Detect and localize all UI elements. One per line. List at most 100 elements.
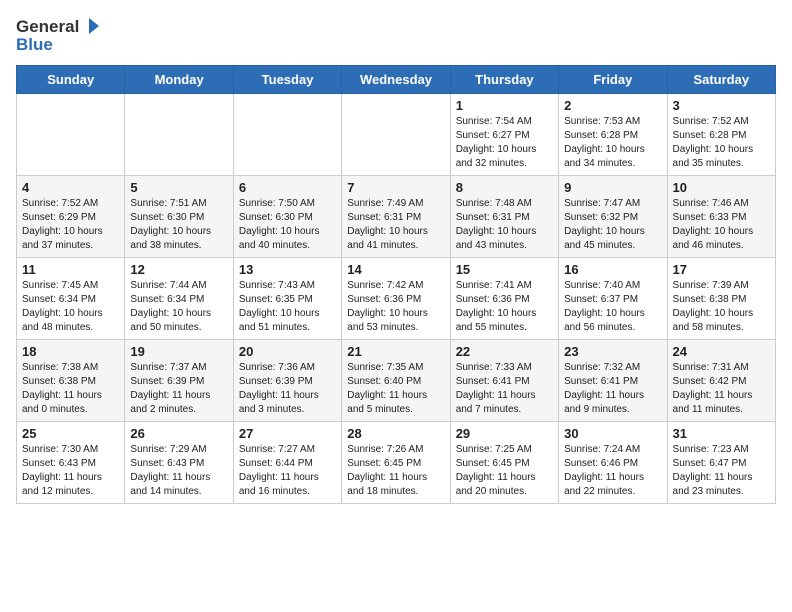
calendar-day-cell: 12Sunrise: 7:44 AMSunset: 6:34 PMDayligh… xyxy=(125,258,233,340)
day-info: Sunrise: 7:26 AMSunset: 6:45 PMDaylight:… xyxy=(347,443,444,499)
day-info: Sunrise: 7:40 AMSunset: 6:37 PMDaylight:… xyxy=(564,279,661,335)
logo-general-text: General xyxy=(16,18,79,35)
day-number: 11 xyxy=(22,262,119,277)
day-number: 23 xyxy=(564,344,661,359)
calendar-day-cell xyxy=(17,94,125,176)
calendar-day-cell: 23 Sunrise: 7:32 AMSunset: 6:41 PMDayligh… xyxy=(559,340,667,422)
day-number: 21 xyxy=(347,344,444,359)
day-number: 27 xyxy=(239,426,336,441)
calendar-day-cell xyxy=(233,94,341,176)
day-number: 25 xyxy=(22,426,119,441)
day-info: Sunrise: 7:35 AMSunset: 6:40 PMDaylight:… xyxy=(347,361,444,417)
calendar-day-cell: 6 Sunrise: 7:50 AMSunset: 6:30 PMDaylight… xyxy=(233,176,341,258)
day-number: 28 xyxy=(347,426,444,441)
day-info: Sunrise: 7:31 AMSunset: 6:42 PMDaylight:… xyxy=(673,361,770,417)
day-number: 2 xyxy=(564,98,661,113)
calendar-week-row: 4 Sunrise: 7:52 AMSunset: 6:29 PMDaylight… xyxy=(17,176,776,258)
day-info: Sunrise: 7:39 AMSunset: 6:38 PMDaylight:… xyxy=(673,279,770,335)
calendar-week-row: 25 Sunrise: 7:30 AMSunset: 6:43 PMDayligh… xyxy=(17,422,776,504)
calendar-day-cell: 18Sunrise: 7:38 AMSunset: 6:38 PMDayligh… xyxy=(17,340,125,422)
calendar-day-cell: 21 Sunrise: 7:35 AMSunset: 6:40 PMDayligh… xyxy=(342,340,450,422)
day-number: 1 xyxy=(456,98,553,113)
day-number: 16 xyxy=(564,262,661,277)
calendar-day-cell: 8 Sunrise: 7:48 AMSunset: 6:31 PMDaylight… xyxy=(450,176,558,258)
calendar-week-row: 18Sunrise: 7:38 AMSunset: 6:38 PMDayligh… xyxy=(17,340,776,422)
day-info: Sunrise: 7:54 AMSunset: 6:27 PMDaylight:… xyxy=(456,115,553,171)
calendar-day-cell: 30 Sunrise: 7:24 AMSunset: 6:46 PMDayligh… xyxy=(559,422,667,504)
day-number: 31 xyxy=(673,426,770,441)
calendar-day-cell: 17 Sunrise: 7:39 AMSunset: 6:38 PMDayligh… xyxy=(667,258,775,340)
calendar-day-cell: 7Sunrise: 7:49 AMSunset: 6:31 PMDaylight… xyxy=(342,176,450,258)
calendar-day-cell: 16 Sunrise: 7:40 AMSunset: 6:37 PMDayligh… xyxy=(559,258,667,340)
calendar-day-cell: 28 Sunrise: 7:26 AMSunset: 6:45 PMDayligh… xyxy=(342,422,450,504)
day-number: 13 xyxy=(239,262,336,277)
calendar-day-cell: 10Sunrise: 7:46 AMSunset: 6:33 PMDayligh… xyxy=(667,176,775,258)
day-number: 26 xyxy=(130,426,227,441)
calendar-day-cell: 13 Sunrise: 7:43 AMSunset: 6:35 PMDayligh… xyxy=(233,258,341,340)
day-info: Sunrise: 7:27 AMSunset: 6:44 PMDaylight:… xyxy=(239,443,336,499)
day-info: Sunrise: 7:49 AMSunset: 6:31 PMDaylight:… xyxy=(347,197,444,253)
calendar-day-cell: 9 Sunrise: 7:47 AMSunset: 6:32 PMDaylight… xyxy=(559,176,667,258)
day-info: Sunrise: 7:45 AMSunset: 6:34 PMDaylight:… xyxy=(22,279,119,335)
calendar-day-cell: 11 Sunrise: 7:45 AMSunset: 6:34 PMDayligh… xyxy=(17,258,125,340)
calendar-day-cell xyxy=(342,94,450,176)
calendar-day-cell: 29 Sunrise: 7:25 AMSunset: 6:45 PMDayligh… xyxy=(450,422,558,504)
calendar-day-cell: 27 Sunrise: 7:27 AMSunset: 6:44 PMDayligh… xyxy=(233,422,341,504)
calendar-day-cell: 1 Sunrise: 7:54 AMSunset: 6:27 PMDaylight… xyxy=(450,94,558,176)
calendar-day-cell: 5 Sunrise: 7:51 AMSunset: 6:30 PMDaylight… xyxy=(125,176,233,258)
day-info: Sunrise: 7:41 AMSunset: 6:36 PMDaylight:… xyxy=(456,279,553,335)
day-number: 20 xyxy=(239,344,336,359)
day-of-week-header: Friday xyxy=(559,66,667,94)
calendar-day-cell: 3 Sunrise: 7:52 AMSunset: 6:28 PMDaylight… xyxy=(667,94,775,176)
day-of-week-header: Thursday xyxy=(450,66,558,94)
day-of-week-header: Tuesday xyxy=(233,66,341,94)
day-info: Sunrise: 7:43 AMSunset: 6:35 PMDaylight:… xyxy=(239,279,336,335)
calendar-day-cell: 2 Sunrise: 7:53 AMSunset: 6:28 PMDaylight… xyxy=(559,94,667,176)
day-info: Sunrise: 7:24 AMSunset: 6:46 PMDaylight:… xyxy=(564,443,661,499)
day-number: 15 xyxy=(456,262,553,277)
day-number: 10 xyxy=(673,180,770,195)
day-of-week-header: Sunday xyxy=(17,66,125,94)
day-info: Sunrise: 7:52 AMSunset: 6:29 PMDaylight:… xyxy=(22,197,119,253)
day-number: 8 xyxy=(456,180,553,195)
day-number: 6 xyxy=(239,180,336,195)
day-info: Sunrise: 7:23 AMSunset: 6:47 PMDaylight:… xyxy=(673,443,770,499)
day-info: Sunrise: 7:42 AMSunset: 6:36 PMDaylight:… xyxy=(347,279,444,335)
calendar-day-cell: 22Sunrise: 7:33 AMSunset: 6:41 PMDayligh… xyxy=(450,340,558,422)
day-info: Sunrise: 7:38 AMSunset: 6:38 PMDaylight:… xyxy=(22,361,119,417)
calendar-week-row: 1 Sunrise: 7:54 AMSunset: 6:27 PMDaylight… xyxy=(17,94,776,176)
day-info: Sunrise: 7:48 AMSunset: 6:31 PMDaylight:… xyxy=(456,197,553,253)
day-of-week-header: Monday xyxy=(125,66,233,94)
calendar-day-cell: 19Sunrise: 7:37 AMSunset: 6:39 PMDayligh… xyxy=(125,340,233,422)
day-info: Sunrise: 7:32 AMSunset: 6:41 PMDaylight:… xyxy=(564,361,661,417)
day-number: 30 xyxy=(564,426,661,441)
day-info: Sunrise: 7:30 AMSunset: 6:43 PMDaylight:… xyxy=(22,443,119,499)
day-info: Sunrise: 7:52 AMSunset: 6:28 PMDaylight:… xyxy=(673,115,770,171)
day-info: Sunrise: 7:51 AMSunset: 6:30 PMDaylight:… xyxy=(130,197,227,253)
page-header: General Blue xyxy=(16,16,776,53)
calendar-day-cell: 14 Sunrise: 7:42 AMSunset: 6:36 PMDayligh… xyxy=(342,258,450,340)
day-number: 17 xyxy=(673,262,770,277)
day-number: 4 xyxy=(22,180,119,195)
day-number: 24 xyxy=(673,344,770,359)
calendar-table: SundayMondayTuesdayWednesdayThursdayFrid… xyxy=(16,65,776,504)
calendar-day-cell: 26Sunrise: 7:29 AMSunset: 6:43 PMDayligh… xyxy=(125,422,233,504)
logo-blue-text: Blue xyxy=(16,36,101,53)
day-number: 9 xyxy=(564,180,661,195)
day-number: 29 xyxy=(456,426,553,441)
logo-triangle-icon xyxy=(81,16,101,36)
day-info: Sunrise: 7:47 AMSunset: 6:32 PMDaylight:… xyxy=(564,197,661,253)
day-number: 5 xyxy=(130,180,227,195)
day-number: 14 xyxy=(347,262,444,277)
logo: General Blue xyxy=(16,16,101,53)
day-info: Sunrise: 7:37 AMSunset: 6:39 PMDaylight:… xyxy=(130,361,227,417)
calendar-header-row: SundayMondayTuesdayWednesdayThursdayFrid… xyxy=(17,66,776,94)
day-info: Sunrise: 7:50 AMSunset: 6:30 PMDaylight:… xyxy=(239,197,336,253)
day-of-week-header: Saturday xyxy=(667,66,775,94)
day-info: Sunrise: 7:53 AMSunset: 6:28 PMDaylight:… xyxy=(564,115,661,171)
calendar-week-row: 11 Sunrise: 7:45 AMSunset: 6:34 PMDayligh… xyxy=(17,258,776,340)
calendar-day-cell: 31 Sunrise: 7:23 AMSunset: 6:47 PMDayligh… xyxy=(667,422,775,504)
day-number: 3 xyxy=(673,98,770,113)
day-info: Sunrise: 7:25 AMSunset: 6:45 PMDaylight:… xyxy=(456,443,553,499)
day-info: Sunrise: 7:36 AMSunset: 6:39 PMDaylight:… xyxy=(239,361,336,417)
